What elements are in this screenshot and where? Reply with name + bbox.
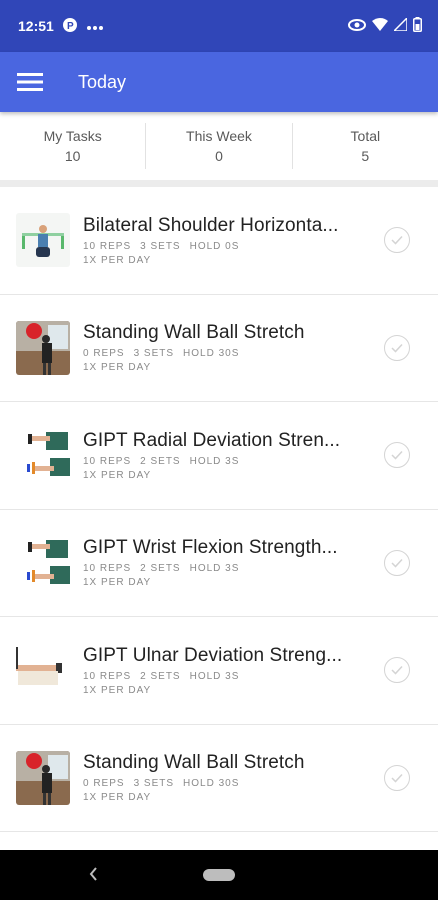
task-frequency: 1x PER DAY	[83, 684, 152, 696]
hamburger-menu-icon	[17, 73, 43, 91]
check-icon	[391, 558, 403, 568]
check-icon	[391, 236, 403, 245]
battery-icon	[413, 17, 422, 35]
task-frequency: 1x PER DAY	[83, 254, 152, 266]
task-title: Standing Wall Ball Stretch	[83, 752, 305, 774]
exercise-thumbnail	[16, 750, 70, 805]
stat-label: Total	[350, 128, 381, 144]
task-sets: 3 SETS	[133, 348, 175, 360]
task-title: GIPT Ulnar Deviation Streng...	[83, 644, 343, 666]
eye-icon	[348, 18, 366, 34]
task-info: Bilateral Shoulder Horizonta... 10 REPS 3…	[83, 215, 363, 266]
task-item[interactable]: GIPT Ulnar Deviation Streng... 10 REPS 2 …	[0, 617, 438, 725]
stat-value: 10	[64, 148, 81, 164]
home-pill-button[interactable]	[203, 869, 235, 881]
task-info: Standing Wall Ball Stretch 0 REPS 3 SETS H…	[83, 752, 363, 803]
task-frequency: 1x PER DAY	[83, 469, 152, 481]
status-bar: 12:51 P	[0, 0, 438, 52]
stat-label: This Week	[186, 128, 252, 144]
check-icon	[391, 666, 403, 675]
task-hold: HOLD 0s	[189, 240, 240, 252]
task-frequency: 1x PER DAY	[83, 362, 152, 374]
task-sets: 2 SETS	[140, 455, 181, 467]
stat-total: Total 5	[291, 123, 438, 169]
task-reps: 10 REPS	[83, 455, 132, 467]
task-item[interactable]: GIPT Radial Deviation Stren... 10 REPS 2 …	[0, 402, 438, 510]
task-title: Standing Wall Ball Stretch	[83, 322, 305, 344]
complete-check-button[interactable]	[384, 442, 410, 469]
page-title: Today	[78, 71, 127, 92]
wifi-icon	[372, 18, 388, 34]
task-sets: 3 SETS	[140, 240, 181, 252]
stat-value: 0	[215, 148, 223, 164]
task-info: Standing Wall Ball Stretch 0 REPS 3 SETS H…	[83, 322, 363, 373]
check-icon	[391, 343, 403, 353]
stat-value: 5	[361, 148, 370, 164]
back-chevron-icon	[89, 867, 97, 881]
task-item[interactable]: Bilateral Shoulder Horizonta... 10 REPS 3…	[0, 187, 438, 295]
task-meta: 0 REPS 3 SETS HOLD 30s	[83, 348, 363, 359]
task-sets: 2 SETS	[140, 563, 181, 575]
task-item[interactable]: Standing Wall Ball Stretch 0 REPS 3 SETS H…	[0, 295, 438, 402]
exercise-thumbnail	[16, 535, 70, 590]
status-time: 12:51	[18, 18, 54, 34]
task-sets: 3 SETS	[133, 778, 175, 790]
task-hold: HOLD 3s	[189, 455, 240, 467]
task-meta: 10 REPS 2 SETS HOLD 3s	[83, 671, 363, 682]
complete-check-button[interactable]	[384, 227, 410, 254]
task-frequency: 1x PER DAY	[83, 792, 152, 804]
exercise-thumbnail	[16, 213, 70, 268]
task-item[interactable]: Standing Wall Ball Stretch 0 REPS 3 SETS H…	[0, 725, 438, 832]
task-hold: HOLD 3s	[189, 670, 240, 682]
cell-signal-icon	[392, 16, 408, 34]
exercise-thumbnail	[16, 320, 70, 375]
task-meta: 10 REPS 2 SETS HOLD 3s	[83, 563, 363, 574]
back-button[interactable]	[88, 866, 98, 887]
task-list: Bilateral Shoulder Horizonta... 10 REPS 3…	[0, 187, 438, 832]
task-frequency: 1x PER DAY	[83, 577, 152, 589]
check-icon	[391, 451, 403, 460]
stat-label: My Tasks	[43, 128, 102, 144]
complete-check-button[interactable]	[384, 657, 410, 684]
task-item[interactable]: GIPT Wrist Flexion Strength... 10 REPS 2 …	[0, 510, 438, 617]
menu-button[interactable]	[16, 68, 44, 96]
stats-summary: My Tasks 10 This Week 0 Total 5	[0, 112, 438, 180]
task-hold: HOLD 3s	[189, 563, 240, 575]
exercise-thumbnail	[16, 643, 70, 698]
complete-check-button[interactable]	[384, 334, 410, 361]
task-hold: HOLD 30s	[183, 348, 240, 360]
stat-my-tasks: My Tasks 10	[0, 123, 145, 169]
stat-this-week: This Week 0	[145, 123, 291, 169]
task-hold: HOLD 30s	[183, 778, 240, 790]
task-title: GIPT Wrist Flexion Strength...	[83, 537, 338, 559]
task-reps: 0 REPS	[83, 778, 125, 790]
complete-check-button[interactable]	[384, 549, 410, 576]
task-meta: 0 REPS 3 SETS HOLD 30s	[83, 778, 363, 789]
task-info: GIPT Radial Deviation Stren... 10 REPS 2 …	[83, 430, 363, 481]
task-meta: 10 REPS 3 SETS HOLD 0s	[83, 241, 363, 252]
system-nav-bar	[0, 850, 438, 900]
task-reps: 10 REPS	[83, 670, 132, 682]
exercise-thumbnail	[16, 428, 70, 483]
svg-text:P: P	[67, 21, 74, 32]
task-reps: 10 REPS	[83, 563, 132, 575]
more-dots-icon	[86, 18, 104, 34]
app-notification-icon: P	[62, 17, 78, 36]
task-title: GIPT Radial Deviation Stren...	[83, 429, 341, 451]
app-bar: Today	[0, 52, 438, 112]
complete-check-button[interactable]	[384, 764, 410, 791]
task-meta: 10 REPS 2 SETS HOLD 3s	[83, 456, 363, 467]
task-info: GIPT Wrist Flexion Strength... 10 REPS 2 …	[83, 537, 363, 588]
section-divider	[0, 180, 438, 187]
task-title: Bilateral Shoulder Horizonta...	[83, 214, 339, 236]
task-sets: 2 SETS	[140, 670, 181, 682]
check-icon	[391, 773, 403, 783]
task-reps: 0 REPS	[83, 348, 125, 360]
task-info: GIPT Ulnar Deviation Streng... 10 REPS 2 …	[83, 645, 363, 696]
task-reps: 10 REPS	[83, 240, 132, 252]
